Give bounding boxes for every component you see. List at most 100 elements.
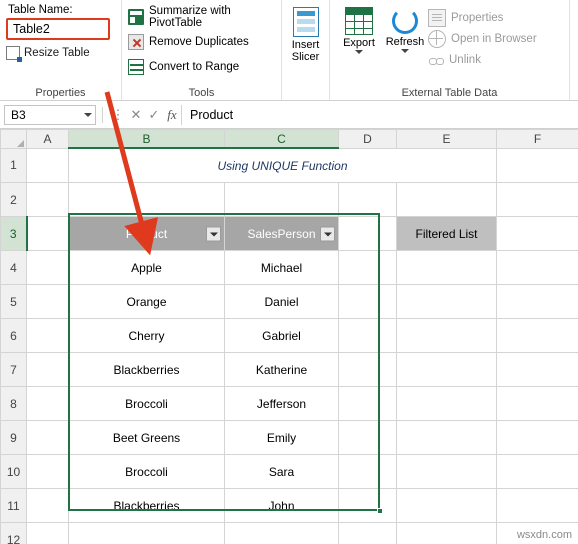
formula-input[interactable]: Product [181,105,578,125]
row-header-11[interactable]: 11 [1,489,27,523]
cell-a2[interactable] [27,183,69,217]
cell-c2[interactable] [225,183,339,217]
column-header-d[interactable]: D [339,130,397,149]
table-cell-product-5[interactable]: Broccoli [69,387,225,421]
spreadsheet-grid[interactable]: A B C D E F 1 Using UNIQUE Function 2 3 [0,129,578,544]
cell-a10[interactable] [27,455,69,489]
table-cell-product-3[interactable]: Cherry [69,319,225,353]
table-header-salesperson[interactable]: SalesPerson [225,217,339,251]
insert-slicer-button[interactable]: Insert Slicer [288,7,323,63]
cell-d8[interactable] [339,387,397,421]
summarize-with-pivottable-button[interactable]: Summarize with PivotTable [128,6,275,28]
table-cell-product-6[interactable]: Beet Greens [69,421,225,455]
row-header-12[interactable]: 12 [1,523,27,544]
table-cell-salesperson-1[interactable]: Michael [225,251,339,285]
remove-duplicates-button[interactable]: Remove Duplicates [128,31,275,53]
table-cell-product-2[interactable]: Orange [69,285,225,319]
export-chevron-down-icon[interactable] [355,50,363,54]
row-header-5[interactable]: 5 [1,285,27,319]
table-cell-product-8[interactable]: Blackberries [69,489,225,523]
cell-d5[interactable] [339,285,397,319]
table-cell-salesperson-2[interactable]: Daniel [225,285,339,319]
cell-f10[interactable] [497,455,578,489]
filtered-list-cell-2[interactable] [397,285,497,319]
refresh-chevron-down-icon[interactable] [401,49,409,53]
cell-f7[interactable] [497,353,578,387]
cell-d2[interactable] [339,183,397,217]
cell-f8[interactable] [497,387,578,421]
cell-d4[interactable] [339,251,397,285]
table-cell-salesperson-5[interactable]: Jefferson [225,387,339,421]
cell-e11[interactable] [397,489,497,523]
table-cell-salesperson-4[interactable]: Katherine [225,353,339,387]
table-cell-salesperson-7[interactable]: Sara [225,455,339,489]
convert-to-range-button[interactable]: Convert to Range [128,56,275,78]
cell-d7[interactable] [339,353,397,387]
name-box-chevron-down-icon[interactable] [84,113,92,117]
cell-d6[interactable] [339,319,397,353]
row-header-3[interactable]: 3 [1,217,27,251]
row-header-1[interactable]: 1 [1,148,27,183]
table-cell-product-1[interactable]: Apple [69,251,225,285]
table-cell-salesperson-6[interactable]: Emily [225,421,339,455]
export-button[interactable]: Export [336,3,382,100]
table-cell-product-4[interactable]: Blackberries [69,353,225,387]
enter-icon[interactable]: ✓ [145,107,163,123]
cell-a8[interactable] [27,387,69,421]
column-header-e[interactable]: E [397,130,497,149]
column-header-c[interactable]: C [225,130,339,149]
resize-table-button[interactable]: Resize Table [6,46,115,60]
select-all-corner[interactable] [1,130,27,149]
cell-a1[interactable] [27,148,69,183]
cell-a12[interactable] [27,523,69,544]
cell-d12[interactable] [339,523,397,544]
cell-a3[interactable] [27,217,69,251]
cell-f5[interactable] [497,285,578,319]
row-header-9[interactable]: 9 [1,421,27,455]
cell-f2[interactable] [497,183,578,217]
filtered-list-cell-6[interactable] [397,421,497,455]
cell-a11[interactable] [27,489,69,523]
cell-a4[interactable] [27,251,69,285]
cell-e2[interactable] [397,183,497,217]
cell-a7[interactable] [27,353,69,387]
cancel-icon[interactable]: ✕ [127,107,145,123]
filtered-list-cell-1[interactable] [397,251,497,285]
filtered-list-cell-3[interactable] [397,319,497,353]
cell-f6[interactable] [497,319,578,353]
name-box[interactable]: B3 [4,105,96,125]
cell-b2[interactable] [69,183,225,217]
cell-d10[interactable] [339,455,397,489]
table-header-product[interactable]: Product [69,217,225,251]
cell-f4[interactable] [497,251,578,285]
cell-a9[interactable] [27,421,69,455]
column-header-f[interactable]: F [497,130,578,149]
row-header-7[interactable]: 7 [1,353,27,387]
filtered-list-cell-5[interactable] [397,387,497,421]
row-header-6[interactable]: 6 [1,319,27,353]
cell-f1[interactable] [497,148,578,183]
filter-dropdown-icon-product[interactable] [206,226,221,241]
table-cell-salesperson-3[interactable]: Gabriel [225,319,339,353]
cell-e10[interactable] [397,455,497,489]
cell-a6[interactable] [27,319,69,353]
cell-f11[interactable] [497,489,578,523]
column-header-a[interactable]: A [27,130,69,149]
cell-d9[interactable] [339,421,397,455]
filtered-list-cell-4[interactable] [397,353,497,387]
filter-dropdown-icon-salesperson[interactable] [320,226,335,241]
table-name-input[interactable]: Table2 [6,18,110,40]
selection-fill-handle[interactable] [377,508,383,514]
cell-a5[interactable] [27,285,69,319]
cell-e12[interactable] [397,523,497,544]
cell-f3[interactable] [497,217,578,251]
cell-d11[interactable] [339,489,397,523]
insert-function-icon[interactable]: fx [163,107,181,123]
table-cell-salesperson-8[interactable]: John [225,489,339,523]
refresh-button[interactable]: Refresh [382,3,428,100]
cell-c12[interactable] [225,523,339,544]
row-header-10[interactable]: 10 [1,455,27,489]
row-header-8[interactable]: 8 [1,387,27,421]
table-cell-product-7[interactable]: Broccoli [69,455,225,489]
cell-f9[interactable] [497,421,578,455]
